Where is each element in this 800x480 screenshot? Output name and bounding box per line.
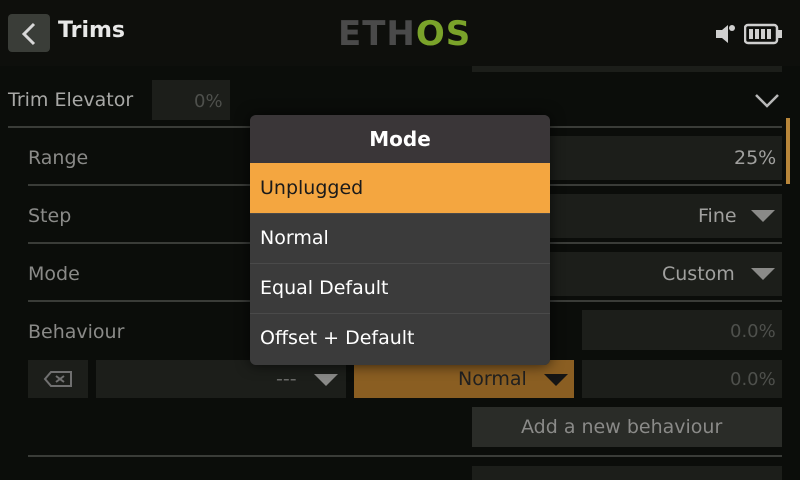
behaviour-source-value: --- (276, 368, 297, 390)
dropdown-triangle-icon (314, 374, 338, 386)
trim-label: Trim Elevator (8, 89, 134, 111)
step-value: Fine (698, 205, 737, 227)
dropdown-triangle-icon (751, 210, 775, 222)
delete-icon (43, 371, 72, 387)
modal-title: Mode (250, 115, 550, 163)
mode-label: Mode (28, 263, 80, 285)
behaviour-label: Behaviour (28, 321, 125, 343)
range-value: 25% (734, 147, 777, 169)
step-label: Step (28, 205, 72, 227)
field-strip (472, 66, 782, 72)
audio-icon (716, 25, 735, 43)
mode-value: Custom (662, 263, 735, 285)
back-arrow-icon (21, 22, 36, 46)
divider (28, 455, 782, 457)
behaviour-source-dropdown[interactable] (96, 360, 346, 398)
range-label: Range (28, 147, 89, 169)
mode-option-offset-default[interactable]: Offset + Default (250, 313, 550, 365)
step-dropdown[interactable] (550, 194, 782, 238)
behaviour-value-2: 0.0% (730, 369, 776, 390)
mode-modal: Mode Unplugged Normal Equal Default Offs… (250, 115, 550, 365)
ethos-logo: ETHOS (338, 14, 472, 54)
battery-icon (744, 23, 782, 45)
back-button[interactable] (8, 14, 50, 52)
behaviour-mode-value: Normal (458, 368, 527, 390)
scrollbar[interactable] (786, 118, 790, 184)
mode-option-normal[interactable]: Normal (250, 213, 550, 263)
behaviour-value-1: 0.0% (730, 321, 776, 342)
trim-value: 0% (194, 91, 223, 112)
mode-option-equal-default[interactable]: Equal Default (250, 263, 550, 313)
add-behaviour-label: Add a new behaviour (521, 416, 723, 438)
mode-option-unplugged[interactable]: Unplugged (250, 163, 550, 213)
dropdown-triangle-icon (544, 374, 568, 386)
dropdown-triangle-icon (751, 268, 775, 280)
page-title: Trims (58, 18, 125, 43)
chevron-down-icon[interactable] (754, 92, 780, 110)
field-strip (472, 466, 782, 480)
